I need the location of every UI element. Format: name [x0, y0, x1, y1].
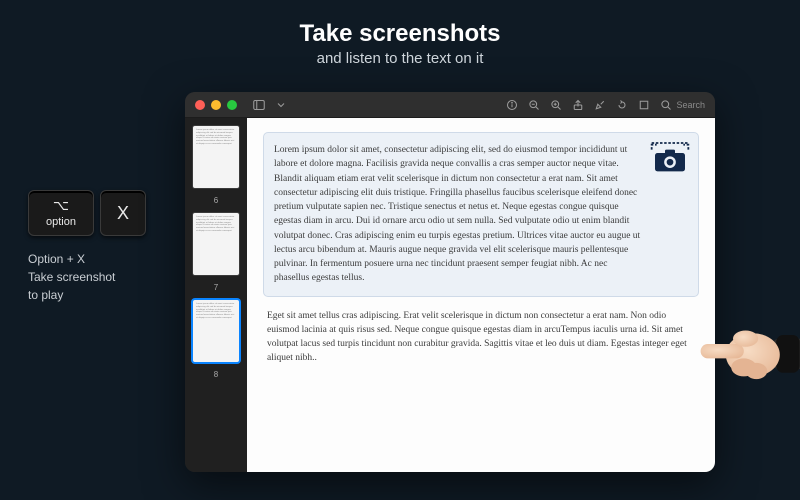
info-icon[interactable] [506, 99, 518, 111]
sidebar-toggle-icon[interactable] [253, 99, 265, 111]
zoom-in-icon[interactable] [550, 99, 562, 111]
share-icon[interactable] [572, 99, 584, 111]
page-thumbnail[interactable]: Lorem ipsum dolor sit amet consectetur a… [193, 126, 239, 188]
document-page: Lorem ipsum dolor sit amet, consectetur … [247, 118, 715, 472]
chevron-down-icon[interactable] [275, 99, 287, 111]
paragraph-1: Lorem ipsum dolor sit amet, consectetur … [274, 145, 640, 283]
window-titlebar: Search [185, 92, 715, 118]
shortcut-block: ⌥ option X Option + X Take screenshot to… [28, 190, 158, 304]
shortcut-caption-line1: Option + X [28, 250, 158, 268]
crop-icon[interactable] [638, 99, 650, 111]
screenshot-capture-icon[interactable] [650, 141, 690, 175]
minimize-icon[interactable] [211, 100, 221, 110]
hero-title: Take screenshots [0, 20, 800, 48]
markup-icon[interactable] [594, 99, 606, 111]
window-controls[interactable] [195, 100, 237, 110]
selected-text-block[interactable]: Lorem ipsum dolor sit amet, consectetur … [263, 132, 699, 297]
key-x: X [100, 190, 146, 236]
search-icon[interactable] [660, 99, 672, 111]
page-thumbnail-active[interactable]: Lorem ipsum dolor sit amet consectetur a… [193, 300, 239, 362]
page-thumbnail[interactable]: Lorem ipsum dolor sit amet consectetur a… [193, 213, 239, 275]
option-glyph-icon: ⌥ [53, 198, 69, 213]
page-number: 8 [191, 370, 241, 379]
page-number: 7 [191, 283, 241, 292]
pointing-hand-illustration [696, 308, 800, 398]
key-option: ⌥ option [28, 190, 94, 236]
thumbnail-sidebar[interactable]: Lorem ipsum dolor sit amet consectetur a… [185, 118, 247, 472]
page-number: 6 [191, 196, 241, 205]
paragraph-2: Eget sit amet tellus cras adipiscing. Er… [263, 309, 699, 366]
search-placeholder[interactable]: Search [676, 100, 705, 110]
key-option-label: option [46, 216, 76, 228]
shortcut-caption-line3: to play [28, 286, 158, 304]
close-icon[interactable] [195, 100, 205, 110]
zoom-icon[interactable] [227, 100, 237, 110]
preview-window: Search Lorem ipsum dolor sit amet consec… [185, 92, 715, 472]
zoom-out-icon[interactable] [528, 99, 540, 111]
shortcut-caption-line2: Take screenshot [28, 268, 158, 286]
rotate-icon[interactable] [616, 99, 628, 111]
hero-subtitle: and listen to the text on it [0, 50, 800, 67]
